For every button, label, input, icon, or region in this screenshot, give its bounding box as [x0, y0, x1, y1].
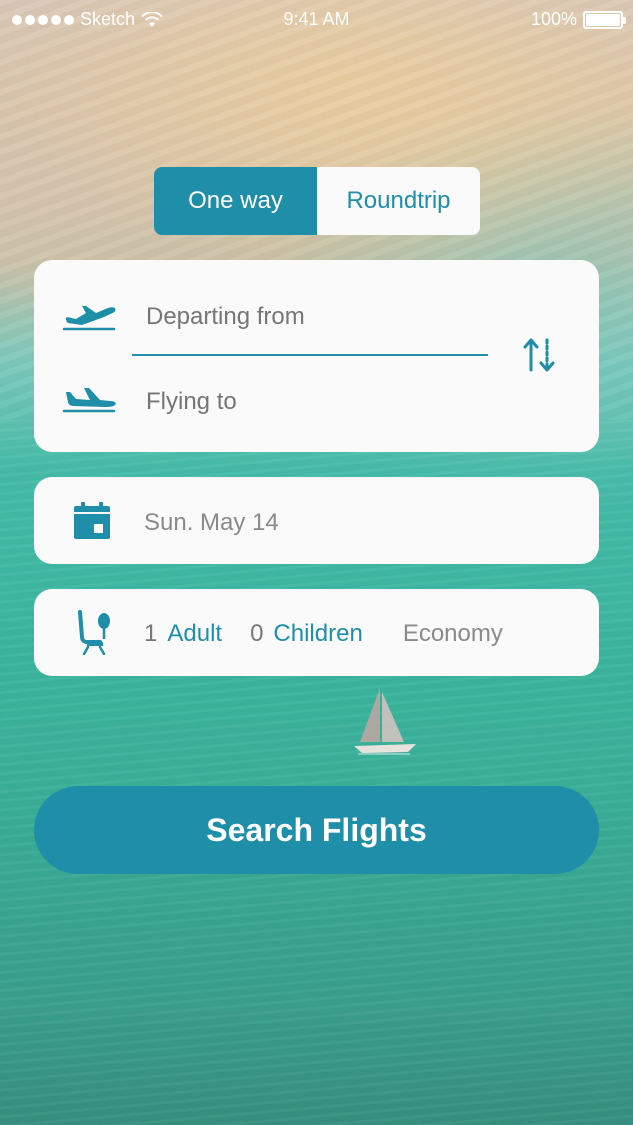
trip-type-toggle: One way Roundtrip	[154, 167, 480, 235]
passengers-card: 1 Adult 0 Children Economy	[34, 589, 599, 676]
tab-roundtrip[interactable]: Roundtrip	[317, 167, 480, 235]
seat-icon	[78, 610, 110, 655]
calendar-icon	[74, 502, 110, 539]
flying-to-input[interactable]	[146, 388, 456, 416]
children-selector[interactable]: Children	[273, 620, 362, 648]
cabin-class-selector[interactable]: Economy	[403, 620, 503, 648]
swap-arrows-icon[interactable]	[518, 334, 560, 376]
battery-percent: 100%	[530, 9, 577, 29]
airplane-departure-icon	[62, 306, 116, 331]
route-divider	[132, 354, 488, 356]
departing-from-input[interactable]	[146, 303, 456, 331]
route-card	[34, 260, 599, 452]
children-count: 0	[250, 620, 264, 647]
airplane-arrival-icon	[62, 388, 116, 413]
status-right: 100%	[530, 9, 626, 30]
adult-count: 1	[144, 620, 158, 647]
date-card[interactable]: Sun. May 14	[34, 477, 599, 564]
sailboat-image	[354, 688, 416, 755]
status-bar: Sketch 9:41 AM 100%	[0, 0, 633, 40]
adult-selector[interactable]: Adult	[167, 620, 222, 648]
tab-one-way[interactable]: One way	[154, 167, 317, 235]
departure-date: Sun. May 14	[144, 509, 279, 536]
passenger-selection: 1 Adult 0 Children Economy	[144, 620, 503, 648]
search-flights-button[interactable]: Search Flights	[34, 786, 599, 874]
battery-icon	[583, 10, 626, 29]
